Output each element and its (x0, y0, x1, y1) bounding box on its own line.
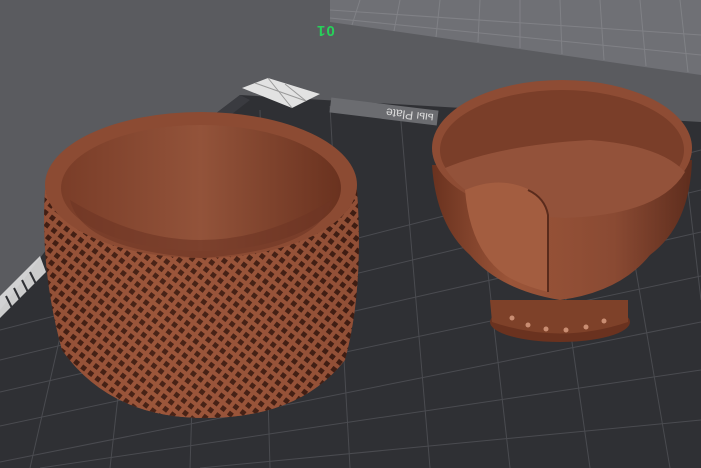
3d-viewport[interactable]: 01 ыы Plate (0, 0, 701, 468)
plate-number: 01 (316, 22, 335, 39)
build-plate-scene[interactable] (0, 0, 701, 468)
